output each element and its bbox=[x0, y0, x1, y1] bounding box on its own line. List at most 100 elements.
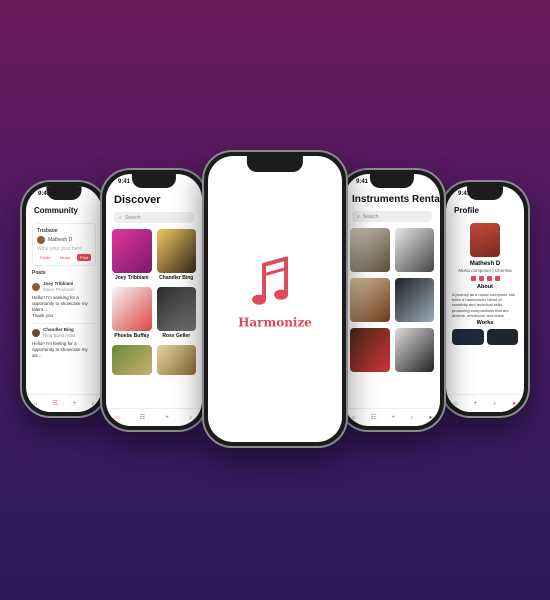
composer-user: Mathesh D bbox=[48, 237, 73, 243]
composer-label: Trisbaoe bbox=[37, 228, 58, 234]
tab-bar: ⌂ ☷ + ♪ bbox=[106, 408, 202, 426]
add-icon[interactable]: + bbox=[391, 415, 395, 421]
artist-name: Chandler Bing bbox=[159, 275, 194, 281]
home-icon[interactable]: ⌂ bbox=[454, 401, 458, 407]
artist-photo bbox=[156, 229, 196, 273]
social-icon[interactable] bbox=[470, 276, 476, 281]
avatar bbox=[32, 329, 40, 338]
artist-name: Ross Geller bbox=[162, 333, 191, 339]
add-icon[interactable]: + bbox=[474, 401, 478, 407]
home-icon[interactable]: ⌂ bbox=[352, 415, 356, 421]
artist-photo bbox=[112, 287, 152, 331]
artist-name: Joey Tribbiani bbox=[114, 275, 149, 281]
profile-screen: 9:41 Profile Mathesh D Music composer | … bbox=[446, 186, 524, 412]
page-title: Profile bbox=[454, 206, 479, 215]
work-thumbnail[interactable] bbox=[486, 329, 518, 345]
rental-screen: 9:41 Instruments Rental ⌕ Search ⌂ ☷ + ♪… bbox=[344, 174, 440, 426]
discover-screen: 9:41 Discover ⌕ Search Joey Tribbiani Ch… bbox=[106, 174, 202, 426]
social-icon[interactable] bbox=[494, 276, 500, 281]
phone-notch bbox=[246, 156, 304, 172]
post-subtitle: Music Producer bbox=[43, 286, 75, 292]
phone-notch bbox=[369, 174, 415, 188]
tab-bar: ⌂ ☷ + ♪ bbox=[26, 394, 102, 412]
profile-photo bbox=[470, 223, 500, 257]
post-reply: Thank you bbox=[32, 313, 54, 319]
instrument-guitar[interactable] bbox=[394, 278, 434, 322]
page-title: Discover bbox=[114, 194, 161, 206]
instrument-electric-guitar[interactable] bbox=[350, 328, 390, 372]
artist-grid: Joey Tribbiani Chandler Bing Phoebe Buff… bbox=[106, 225, 202, 379]
artist-card[interactable]: Phoebe Buffay bbox=[112, 287, 152, 339]
phone-community: 9:41 Community Trisbaoe Mathesh D Write … bbox=[20, 180, 108, 418]
phone-splash: Harmonize bbox=[202, 150, 348, 448]
home-icon[interactable]: ⌂ bbox=[116, 415, 120, 421]
artist-photo bbox=[156, 287, 196, 331]
brand-name: Harmonize bbox=[238, 315, 312, 330]
splash-screen: Harmonize bbox=[208, 156, 342, 442]
search-placeholder: Search bbox=[362, 213, 379, 220]
post-author: Joey Tribbiani bbox=[43, 280, 74, 286]
music-button[interactable]: Music bbox=[57, 254, 73, 261]
artist-photo bbox=[156, 345, 196, 375]
add-icon[interactable]: + bbox=[165, 415, 169, 421]
instrument-grid bbox=[344, 224, 440, 376]
artist-card[interactable] bbox=[156, 345, 196, 375]
composer-placeholder[interactable]: Write your post here... bbox=[37, 246, 91, 252]
add-icon[interactable]: + bbox=[73, 401, 77, 407]
posts-heading: Posts bbox=[32, 270, 46, 276]
search-placeholder: Search bbox=[124, 214, 141, 221]
people-icon[interactable]: ☷ bbox=[52, 400, 57, 407]
instrument-icon[interactable]: ♪ bbox=[91, 401, 94, 407]
artist-card[interactable]: Joey Tribbiani bbox=[112, 229, 152, 281]
phone-discover: 9:41 Discover ⌕ Search Joey Tribbiani Ch… bbox=[100, 168, 208, 432]
post-text: Hello!! I'm feeling for a opportunity to… bbox=[32, 341, 88, 359]
instrument-tabla[interactable] bbox=[350, 278, 390, 322]
music-note-icon bbox=[252, 256, 288, 305]
post-composer[interactable]: Trisbaoe Mathesh D Write your post here.… bbox=[32, 223, 96, 266]
search-input[interactable]: ⌕ Search bbox=[114, 212, 194, 223]
social-links bbox=[446, 276, 524, 281]
instrument-launchpad[interactable] bbox=[394, 328, 434, 372]
instrument-drums[interactable] bbox=[350, 228, 390, 272]
artist-photo bbox=[112, 229, 152, 273]
phone-notch bbox=[46, 186, 82, 200]
artist-card[interactable]: Chandler Bing bbox=[156, 229, 196, 281]
phone-notch bbox=[131, 174, 177, 188]
search-icon: ⌕ bbox=[119, 214, 122, 221]
profile-icon[interactable]: ● bbox=[512, 401, 516, 407]
artist-name: Phoebe Buffay bbox=[114, 333, 150, 339]
post-button[interactable]: Post bbox=[76, 254, 91, 261]
community-screen: 9:41 Community Trisbaoe Mathesh D Write … bbox=[26, 186, 102, 412]
tab-bar: ⌂ ☷ + ♪ ● bbox=[344, 408, 440, 426]
artist-card[interactable] bbox=[112, 345, 152, 375]
social-icon[interactable] bbox=[478, 276, 484, 281]
artist-card[interactable]: Ross Geller bbox=[156, 287, 196, 339]
brand-logo: Harmonize bbox=[238, 256, 312, 330]
phone-rental: 9:41 Instruments Rental ⌕ Search ⌂ ☷ + ♪… bbox=[338, 168, 446, 432]
home-icon[interactable]: ⌂ bbox=[34, 401, 38, 407]
profile-icon[interactable]: ● bbox=[429, 415, 433, 421]
avatar bbox=[37, 236, 45, 244]
works-grid bbox=[446, 326, 524, 348]
people-icon[interactable]: ☷ bbox=[140, 414, 145, 421]
people-icon[interactable]: ☷ bbox=[371, 414, 376, 421]
profile-role: Music composer | Chennai bbox=[458, 268, 512, 273]
tab-bar: ⌂ + ♪ ● bbox=[446, 394, 524, 412]
profile-name: Mathesh D bbox=[469, 261, 501, 267]
instrument-icon[interactable]: ♪ bbox=[493, 401, 496, 407]
phone-profile: 9:41 Profile Mathesh D Music composer | … bbox=[440, 180, 530, 418]
about-text: A journey as a music composer has been a… bbox=[452, 292, 516, 320]
instrument-keyboard[interactable] bbox=[394, 228, 434, 272]
social-icon[interactable] bbox=[486, 276, 492, 281]
work-thumbnail[interactable] bbox=[452, 329, 484, 345]
post-item: Chandler Bing Ring Band Artist Hello!! I… bbox=[32, 323, 96, 359]
post-subtitle: Ring Band Artist bbox=[43, 333, 76, 339]
instrument-icon[interactable]: ♪ bbox=[189, 415, 192, 421]
phone-notch bbox=[467, 186, 503, 200]
artist-photo bbox=[112, 345, 152, 375]
photo-button[interactable]: Photo bbox=[37, 254, 53, 261]
search-input[interactable]: ⌕ Search bbox=[352, 211, 432, 222]
instrument-icon[interactable]: ♪ bbox=[410, 415, 413, 421]
search-icon: ⌕ bbox=[357, 213, 360, 220]
post-text: Hello!! I'm seeking for a opportunity to… bbox=[32, 294, 88, 312]
